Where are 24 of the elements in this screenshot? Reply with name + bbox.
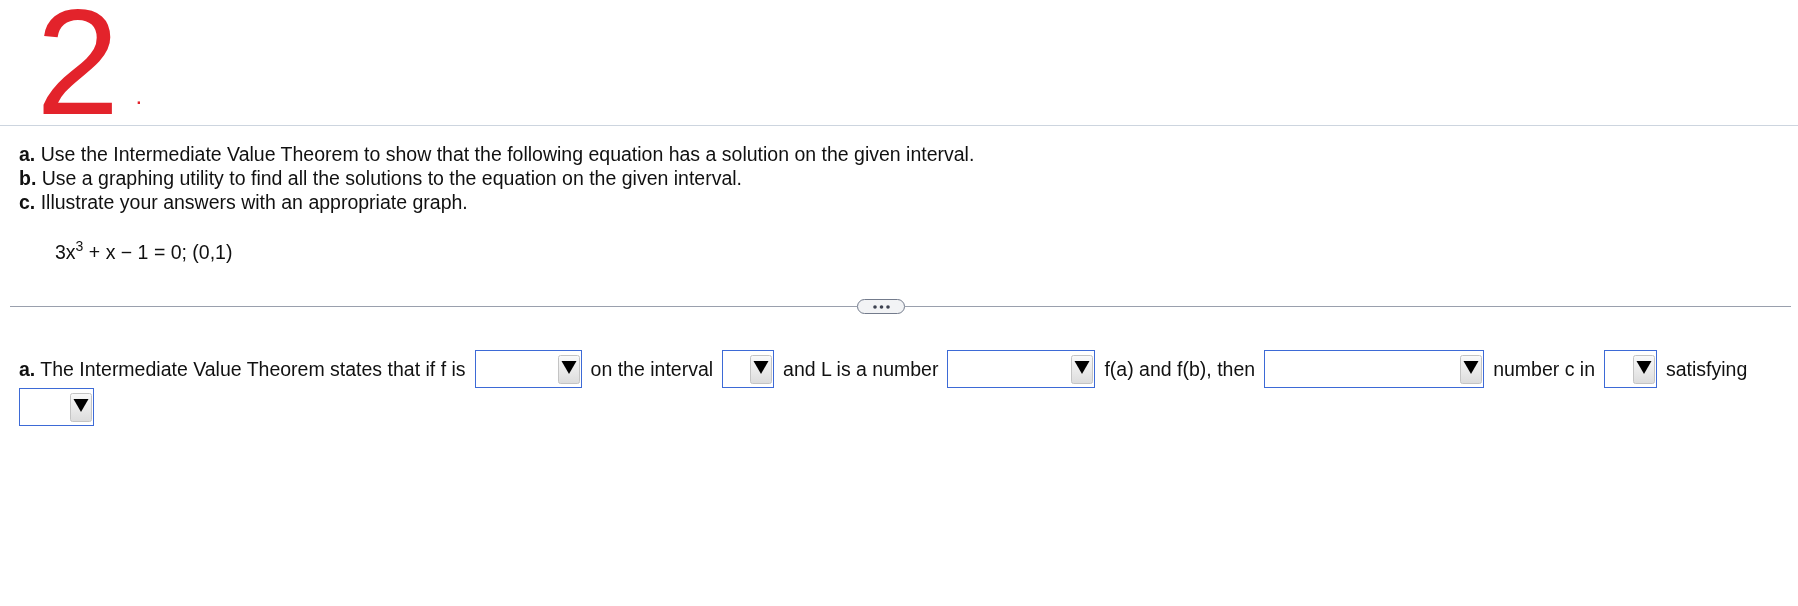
answer-dropdown[interactable] <box>1604 350 1657 388</box>
caret-icon <box>557 355 580 384</box>
handwritten-number: 2 <box>36 4 120 120</box>
ellipsis-icon <box>872 304 890 309</box>
question-text: satisfying <box>1666 357 1748 381</box>
instruction-text: c. Illustrate your answers with an appropriate graph. <box>19 190 468 214</box>
expand-button[interactable] <box>857 299 905 314</box>
question-text: a. The Intermediate Value Theorem states that if f is <box>19 357 466 381</box>
instruction-text: a. Use the Intermediate Value Theorem to show that the following equation has a solution on the given interval. <box>19 142 975 166</box>
caret-icon <box>1633 355 1655 384</box>
answer-dropdown[interactable] <box>474 350 582 388</box>
caret-icon <box>70 393 92 422</box>
caret-icon <box>750 355 773 384</box>
question-text: and L is a number <box>783 357 939 381</box>
caret-icon <box>1071 355 1094 384</box>
question-text: f(a) and f(b), then <box>1104 357 1256 381</box>
handwritten-dot: . <box>135 84 143 108</box>
caret-icon <box>1460 355 1483 384</box>
equation-text: 3x$^{3}$ + x − 1 = 0; (0,1) <box>55 240 233 264</box>
answer-dropdown[interactable] <box>19 388 94 426</box>
answer-dropdown[interactable] <box>722 350 775 388</box>
question-text: on the interval <box>590 357 714 381</box>
question-text: number c in <box>1493 357 1595 381</box>
instruction-text: b. Use a graphing utility to find all the solutions to the equation on the given interval. <box>19 166 743 190</box>
